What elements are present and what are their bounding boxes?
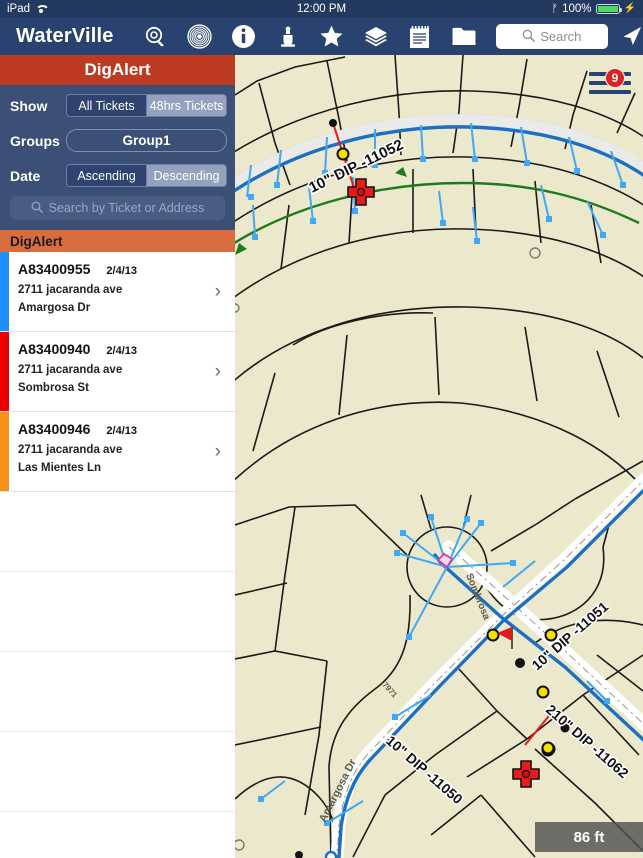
- status-badge: 9: [605, 68, 625, 88]
- show-segmented-control[interactable]: All Tickets 48hrs Tickets: [66, 94, 227, 117]
- filter-controls: Show All Tickets 48hrs Tickets Groups Gr…: [0, 85, 235, 230]
- navigation-arrow-icon[interactable]: [620, 24, 643, 50]
- segment-ascending[interactable]: Ascending: [67, 165, 147, 186]
- battery-icon: [595, 4, 622, 14]
- date-filter-row: Date Ascending Descending: [0, 161, 235, 190]
- sidebar-panel-title: DigAlert: [0, 55, 235, 85]
- hydrant-icon[interactable]: [274, 23, 302, 51]
- list-item: [0, 812, 235, 858]
- search-icon: [522, 29, 536, 45]
- bluetooth-icon: ᚠ: [551, 3, 559, 15]
- layers-icon[interactable]: [362, 23, 390, 51]
- map-graphics: 10" DIP -11052 10" DIP -11051 10" DIP -1…: [235, 55, 643, 858]
- app-title: WaterVille: [16, 25, 114, 47]
- ticket-status-color-bar: [0, 412, 9, 491]
- ticket-date: 2/4/13: [106, 345, 137, 357]
- app-toolbar: WaterVille Search: [0, 18, 643, 55]
- ticket-id: A83400940: [18, 341, 91, 357]
- menu-line: [589, 90, 631, 94]
- segment-all-tickets[interactable]: All Tickets: [67, 95, 147, 116]
- ticket-date: 2/4/13: [106, 265, 137, 277]
- show-filter-row: Show All Tickets 48hrs Tickets: [0, 91, 235, 120]
- hamburger-menu-icon[interactable]: 9: [589, 68, 631, 98]
- ticket-id: A83400946: [18, 421, 91, 437]
- date-filter-label: Date: [10, 167, 41, 184]
- list-item: [0, 492, 235, 572]
- chevron-right-icon[interactable]: ›: [215, 361, 221, 383]
- ios-status-bar: iPad 12:00 PM ᚠ 100% ⚡: [0, 0, 643, 18]
- chevron-right-icon[interactable]: ›: [215, 281, 221, 303]
- folder-icon[interactable]: [450, 23, 478, 51]
- sidebar-search-placeholder: Search by Ticket or Address: [48, 201, 205, 215]
- ticket-status-color-bar: [0, 252, 9, 331]
- ipad-app-screen: iPad 12:00 PM ᚠ 100% ⚡ WaterVille Search…: [0, 0, 643, 858]
- info-icon[interactable]: [230, 23, 258, 51]
- ticket-street: Las Mientes Ln: [18, 462, 102, 474]
- sidebar-search-row: Search by Ticket or Address: [0, 196, 235, 222]
- ticket-address: 2711 jacaranda ave: [18, 284, 123, 296]
- sidebar-search-input[interactable]: Search by Ticket or Address: [10, 196, 225, 220]
- toolbar-search-field[interactable]: Search: [495, 24, 608, 49]
- search-icon: [31, 201, 43, 216]
- ticket-address: 2711 jacaranda ave: [18, 364, 123, 376]
- ticket-street: Sombrosa St: [18, 382, 89, 394]
- list-item: [0, 732, 235, 812]
- table-row[interactable]: A83400940 2/4/13 2711 jacaranda ave Somb…: [0, 332, 235, 412]
- groups-filter-label: Groups: [10, 132, 60, 149]
- date-segmented-control[interactable]: Ascending Descending: [66, 164, 227, 187]
- notepad-icon[interactable]: [406, 23, 434, 51]
- ticket-address: 2711 jacaranda ave: [18, 444, 123, 456]
- ticket-street: Amargosa Dr: [18, 302, 91, 314]
- ticket-date: 2/4/13: [106, 425, 137, 437]
- toolbar-icon-group: [142, 23, 478, 51]
- lightning-bolt-icon: ⚡: [623, 3, 636, 14]
- status-right: ᚠ 100% ⚡: [552, 0, 636, 18]
- map-scale-bar: 86 ft: [535, 822, 643, 852]
- chevron-right-icon[interactable]: ›: [215, 441, 221, 463]
- segment-48hrs-tickets[interactable]: 48hrs Tickets: [147, 95, 226, 116]
- list-item: [0, 572, 235, 652]
- table-row[interactable]: A83400946 2/4/13 2711 jacaranda ave Las …: [0, 412, 235, 492]
- segment-descending[interactable]: Descending: [147, 165, 226, 186]
- groups-selector-button[interactable]: Group1: [66, 129, 227, 152]
- digalert-sidebar: DigAlert Show All Tickets 48hrs Tickets …: [0, 55, 235, 858]
- list-item: [0, 652, 235, 732]
- ticket-status-color-bar: [0, 332, 9, 411]
- show-filter-label: Show: [10, 97, 48, 114]
- ticket-list: A83400955 2/4/13 2711 jacaranda ave Amar…: [0, 252, 235, 858]
- ticket-id: A83400955: [18, 261, 91, 277]
- groups-filter-row: Groups Group1: [0, 126, 235, 155]
- map-canvas[interactable]: 10" DIP -11052 10" DIP -11051 10" DIP -1…: [235, 55, 643, 858]
- radial-target-icon[interactable]: [186, 23, 214, 51]
- measure-tape-icon[interactable]: [142, 23, 170, 51]
- search-placeholder-label: Search: [540, 29, 582, 44]
- ticket-section-header: DigAlert: [0, 230, 235, 252]
- status-clock: 12:00 PM: [296, 3, 347, 15]
- table-row[interactable]: A83400955 2/4/13 2711 jacaranda ave Amar…: [0, 252, 235, 332]
- battery-percent-label: 100%: [562, 3, 592, 15]
- star-icon[interactable]: [318, 23, 346, 51]
